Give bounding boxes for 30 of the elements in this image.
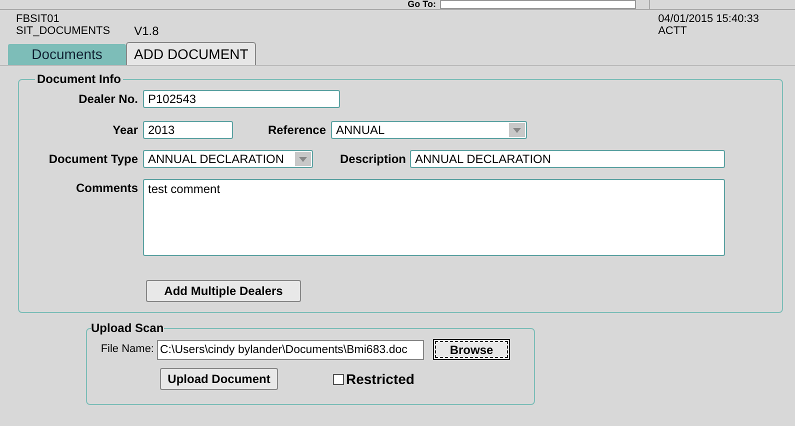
version-text: V1.8 [134, 25, 159, 37]
comments-label: Comments [74, 180, 139, 197]
file-name-label: File Name: [100, 342, 155, 358]
dealer-no-field[interactable]: P102543 [143, 90, 340, 108]
document-info-title: Document Info [36, 71, 122, 88]
reference-label: Reference [266, 122, 327, 139]
goto-label: Go To: [406, 0, 437, 9]
description-label: Description [338, 151, 407, 168]
restricted-checkbox[interactable] [333, 374, 344, 384]
user-text: ACTT [658, 25, 688, 37]
tab[interactable]: ADD DOCUMENT [126, 42, 256, 65]
file-name-field[interactable]: C:\Users\cindy bylander\Documents\Bmi683.doc [157, 340, 424, 360]
description-field[interactable]: ANNUAL DECLARATION [410, 150, 725, 168]
tab[interactable]: Documents [8, 44, 126, 65]
document-type-dropdown[interactable]: ANNUAL DECLARATION [143, 150, 313, 168]
upload-scan-title: Upload Scan [91, 320, 164, 337]
form-name: SIT_DOCUMENTS [16, 25, 110, 37]
comments-field[interactable]: test comment [143, 179, 725, 256]
year-field[interactable]: 2013 [143, 121, 233, 139]
dealer-no-label: Dealer No. [78, 91, 139, 108]
restricted-label: Restricted [346, 370, 414, 388]
upload-document-button[interactable]: Upload Document [160, 368, 278, 390]
reference-dropdown[interactable]: ANNUAL [331, 121, 527, 139]
document-type-label: Document Type [48, 151, 139, 168]
year-label: Year [112, 122, 139, 139]
datetime-text: 04/01/2015 15:40:33 [658, 13, 759, 25]
form-id: FBSIT01 [16, 13, 60, 25]
browse-button[interactable]: Browse [433, 339, 510, 360]
add-multiple-dealers-button[interactable]: Add Multiple Dealers [146, 280, 301, 302]
goto-field[interactable] [440, 0, 636, 9]
